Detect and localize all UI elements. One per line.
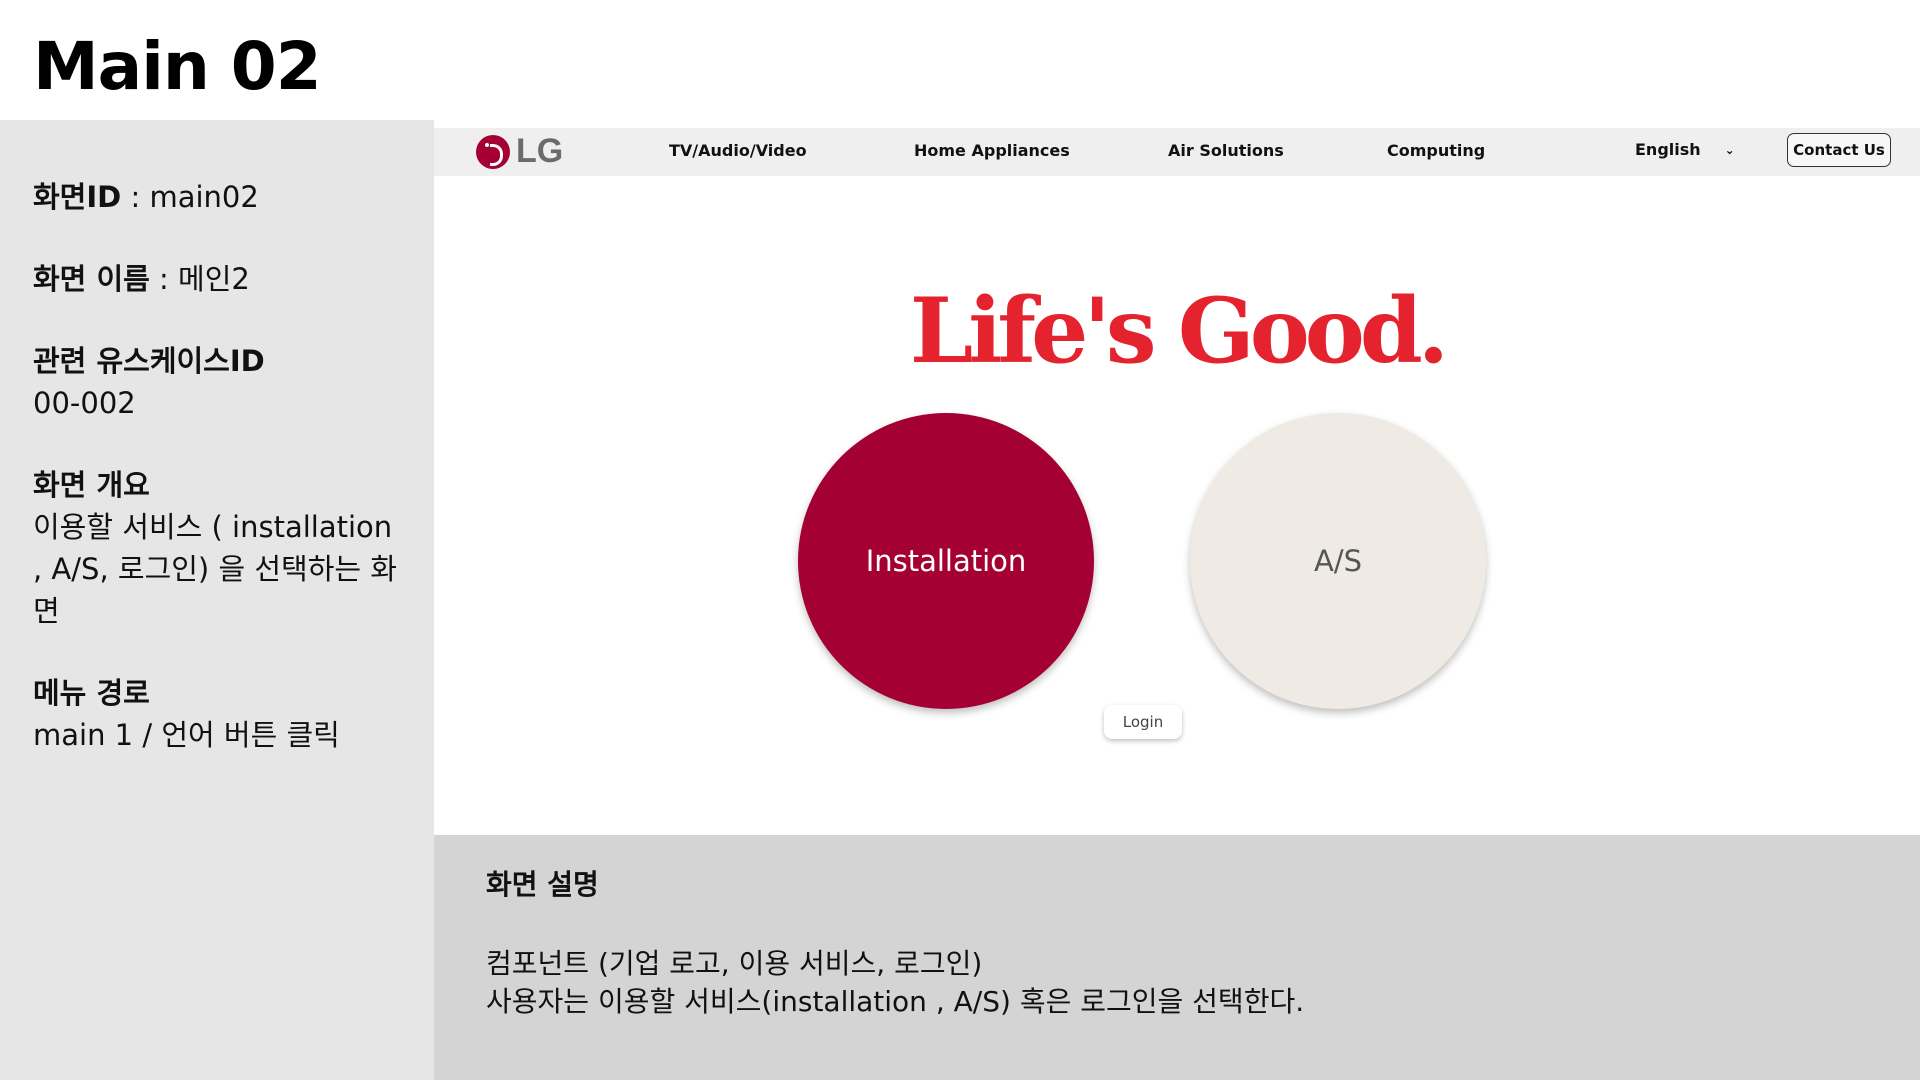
usecase-value: 00-002 [33,386,136,420]
page: Main 02 화면ID : main02 화면 이름 : 메인2 관련 유스케… [0,0,1920,1080]
spec-screen-id: 화면ID : main02 [33,176,403,218]
screen-name-value: : 메인2 [149,262,250,296]
spec-usecase: 관련 유스케이스ID 00-002 [33,340,403,424]
chevron-down-icon: ⌄ [1724,142,1735,157]
description-panel: 화면 설명 컴포넌트 (기업 로고, 이용 서비스, 로그인) 사용자는 이용할… [434,835,1920,1080]
lg-logo[interactable]: LG [476,132,563,171]
description-title: 화면 설명 [486,868,599,901]
screen-id-label: 화면ID [33,180,122,214]
login-button[interactable]: Login [1104,705,1182,739]
as-label: A/S [1313,544,1363,578]
spec-menu-path: 메뉴 경로 main 1 / 언어 버튼 클릭 [33,672,403,756]
nav-item-air-solutions[interactable]: Air Solutions [1168,141,1284,160]
spec-overview: 화면 개요 이용할 서비스 ( installation , A/S, 로그인)… [33,464,403,632]
description-line-2: 사용자는 이용할 서비스(installation , A/S) 혹은 로그인을… [486,985,1305,1018]
spec-screen-name: 화면 이름 : 메인2 [33,258,403,300]
contact-us-button[interactable]: Contact Us [1787,133,1891,167]
lg-logo-text: LG [516,132,564,170]
description-line-1: 컴포넌트 (기업 로고, 이용 서비스, 로그인) [486,947,983,980]
screen-id-value: : main02 [121,180,259,214]
language-label: English [1635,140,1701,159]
as-button[interactable]: A/S [1190,413,1486,709]
screen-mockup: LG TV/Audio/Video Home Appliances Air So… [434,120,1920,835]
menu-path-value: main 1 / 언어 버튼 클릭 [33,718,340,752]
nav-item-computing[interactable]: Computing [1387,141,1485,160]
overview-value: 이용할 서비스 ( installation , A/S, 로그인) 을 선택하… [33,510,397,628]
screen-name-label: 화면 이름 [33,262,150,296]
language-selector[interactable]: English ⌄ [1635,140,1735,159]
usecase-label: 관련 유스케이스ID [33,344,265,378]
menu-path-label: 메뉴 경로 [33,676,150,710]
installation-label: Installation [865,544,1027,578]
top-nav: LG TV/Audio/Video Home Appliances Air So… [434,128,1920,176]
doc-title: Main 02 [33,28,322,105]
overview-label: 화면 개요 [33,468,150,502]
spec-panel: 화면ID : main02 화면 이름 : 메인2 관련 유스케이스ID 00-… [0,120,434,1080]
lg-logo-icon [476,134,510,169]
installation-button[interactable]: Installation [798,413,1094,709]
nav-item-home-appliances[interactable]: Home Appliances [914,141,1070,160]
nav-item-tv-audio-video[interactable]: TV/Audio/Video [669,141,807,160]
slogan: Life's Good. [909,278,1449,384]
